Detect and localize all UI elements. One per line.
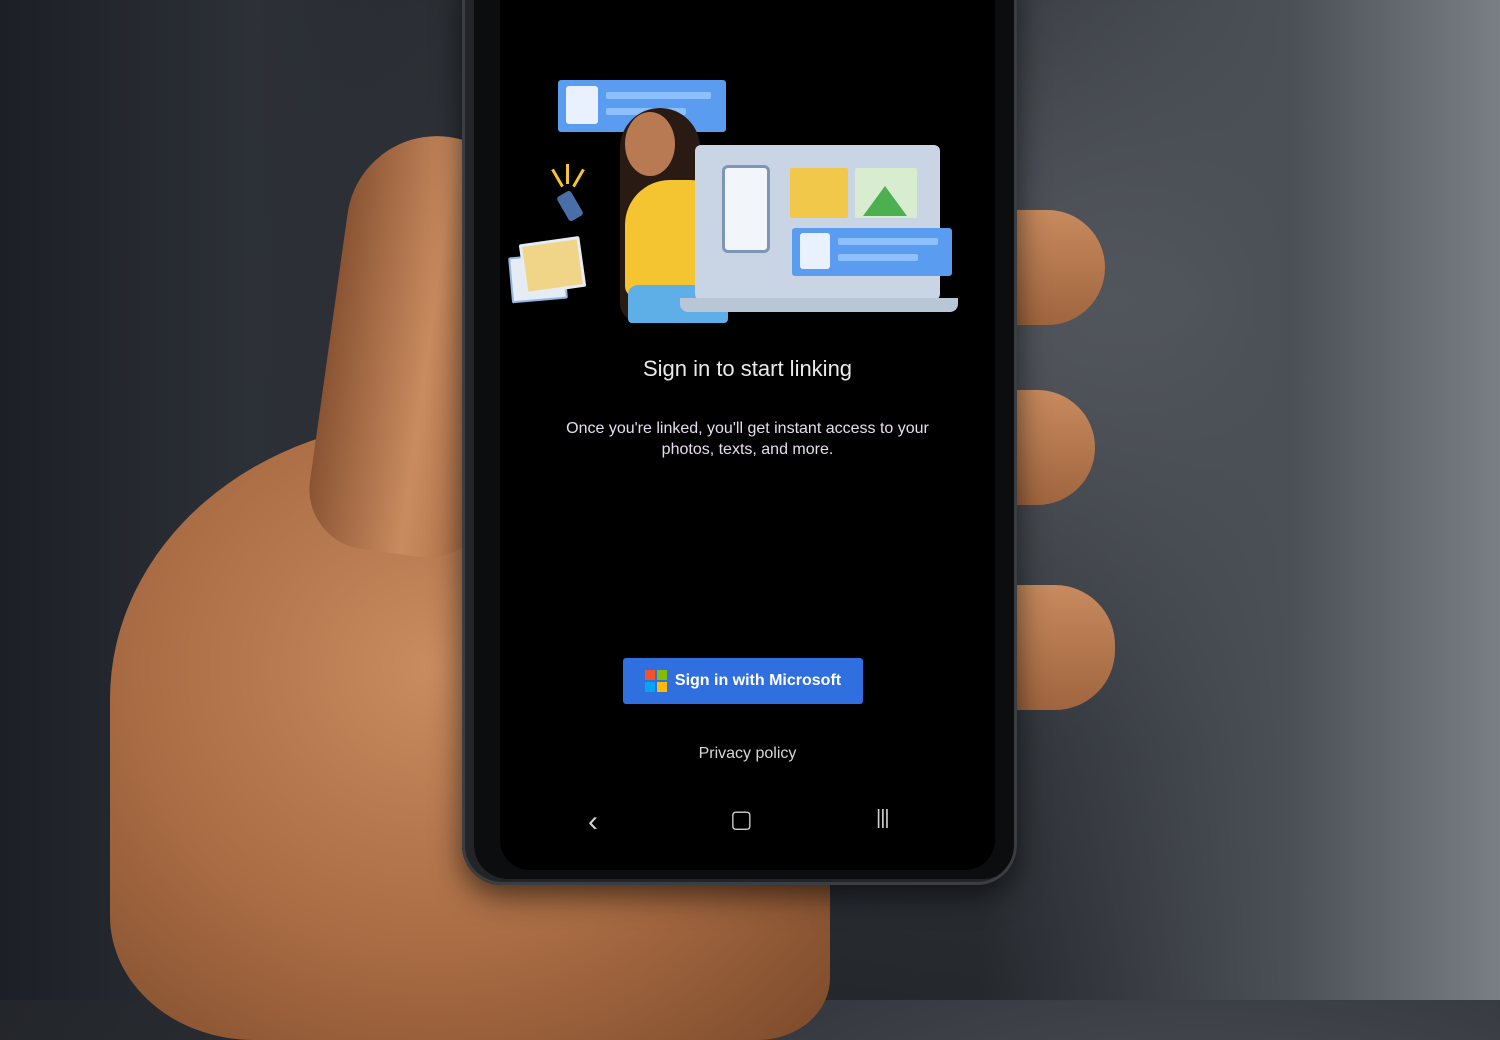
phone-screen: Sign in to start linking Once you're lin…: [500, 0, 995, 870]
home-icon[interactable]: ▢: [730, 805, 753, 834]
microsoft-logo-icon: [644, 670, 667, 692]
system-navigation-bar: ‹ ▢ |||: [500, 805, 995, 838]
recents-icon[interactable]: |||: [876, 807, 890, 830]
sign-in-button-label: Sign in with Microsoft: [674, 672, 842, 689]
linking-illustration: [500, 0, 995, 340]
privacy-policy-link[interactable]: Privacy policy: [500, 745, 995, 763]
sign-in-with-microsoft-button[interactable]: Sign in with Microsoft: [623, 658, 863, 704]
page-subtitle: Once you're linked, you'll get instant a…: [566, 420, 929, 458]
page-title: Sign in to start linking: [642, 356, 853, 381]
back-icon[interactable]: ‹: [588, 805, 598, 839]
